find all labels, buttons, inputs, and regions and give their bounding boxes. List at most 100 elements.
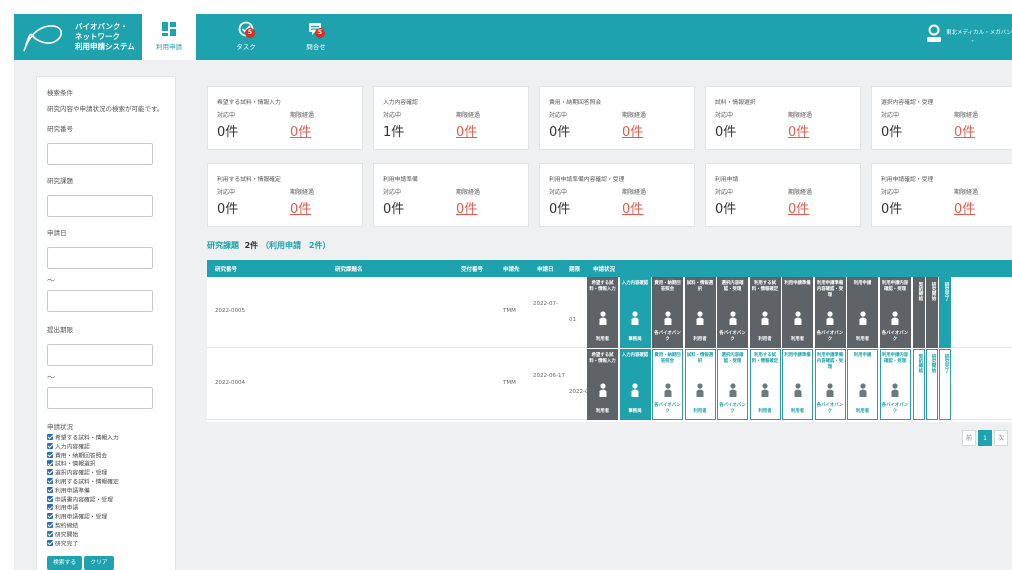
cell-research-no: 2022-0004: [215, 380, 245, 386]
search-button[interactable]: 検索する: [47, 556, 83, 570]
checkbox-checked-icon[interactable]: [47, 530, 53, 537]
status-summary-card: 希望する試料・情報入力 対応中 期限経過 0件 0件: [207, 86, 363, 150]
research-title-input[interactable]: [47, 195, 153, 217]
checkbox-checked-icon[interactable]: [47, 504, 53, 511]
card-title: 試料・情報選択: [715, 100, 756, 106]
status-checkbox-row[interactable]: 研究完了: [47, 539, 165, 549]
step-actor: 利用者: [595, 408, 610, 414]
checkbox-checked-icon[interactable]: [47, 486, 53, 493]
research-no-input[interactable]: [47, 143, 153, 165]
card-overdue-count-link[interactable]: 0件: [954, 198, 975, 217]
workflow-step[interactable]: 試料・情報選択 利用者: [684, 277, 716, 348]
workflow-step[interactable]: 利用申請準備内容確認・受理 各バイオバンク: [814, 277, 846, 348]
status-checkbox-row[interactable]: 契約締結: [47, 521, 165, 531]
col-research-no: 研究番号: [215, 267, 238, 273]
workflow-step[interactable]: 利用申請 利用者: [847, 277, 878, 348]
status-checkbox-row[interactable]: 利用申請: [47, 504, 165, 513]
cell-destination: TMM: [503, 380, 516, 386]
checkbox-checked-icon[interactable]: [47, 469, 53, 476]
checkbox-checked-icon[interactable]: [47, 451, 53, 458]
checkbox-checked-icon[interactable]: [47, 460, 53, 467]
clear-button[interactable]: クリア: [84, 556, 114, 570]
card-title: 利用申請準備: [383, 177, 418, 183]
person-icon: [599, 311, 606, 325]
workflow-step[interactable]: 利用申請内容確認・受理 各バイオバンク: [879, 277, 911, 348]
status-checkbox-row[interactable]: 利用申請準備: [47, 486, 165, 496]
checkbox-checked-icon[interactable]: [47, 495, 53, 502]
deadline-to-input[interactable]: [47, 387, 153, 409]
workflow-step[interactable]: 利用申請準備内容確認・受理 各バイオバンク: [814, 349, 846, 420]
nav-tab-task[interactable]: 5 タスク: [219, 14, 273, 60]
card-overdue-count-link[interactable]: 0件: [290, 198, 311, 217]
status-checkbox-row[interactable]: 試料・情報選択: [47, 460, 165, 469]
user-icon[interactable]: [926, 24, 942, 44]
user-menu-caret-icon[interactable]: ˅: [971, 40, 974, 47]
workflow-final-step[interactable]: 研究開始: [926, 349, 938, 420]
status-checkbox-row[interactable]: 申請書内容確認・受理: [47, 495, 165, 505]
status-checkbox-row[interactable]: 利用申請確認・受理: [47, 513, 165, 522]
card-overdue-count-link[interactable]: 0件: [456, 121, 477, 140]
workflow-final-step[interactable]: 研究完了: [939, 277, 951, 348]
step-actor: 事務局: [628, 408, 642, 414]
apply-date-from-input[interactable]: [47, 247, 153, 269]
checkbox-checked-icon[interactable]: [47, 513, 53, 520]
workflow-step[interactable]: 利用申請準備 利用者: [782, 277, 813, 348]
step-actor: 各バイオバンク: [719, 403, 746, 414]
card-overdue-count-link[interactable]: 0件: [788, 121, 809, 140]
nav-tab-inquiry[interactable]: 5 問合せ: [289, 14, 343, 60]
workflow-final-step[interactable]: 研究完了: [939, 349, 951, 420]
workflow-step[interactable]: 入力内容確認 事務局: [619, 349, 651, 420]
status-checkbox-row[interactable]: 入力内容確認: [47, 442, 165, 452]
pager-page-button[interactable]: 1: [978, 430, 992, 446]
workflow-final-step[interactable]: 契約締結: [913, 277, 925, 348]
checkbox-checked-icon[interactable]: [47, 477, 53, 484]
card-overdue-count-link[interactable]: 0件: [622, 121, 643, 140]
checkbox-checked-icon[interactable]: [47, 434, 53, 440]
workflow-step[interactable]: 費用・納期回答照会 各バイオバンク: [652, 349, 683, 420]
workflow-step[interactable]: 利用申請 利用者: [847, 349, 878, 420]
search-heading: 検索条件: [47, 89, 73, 97]
card-overdue-label: 期限経過: [954, 189, 979, 196]
workflow-final-step[interactable]: 研究開始: [926, 277, 938, 348]
nav-tab-application[interactable]: 利用申請: [142, 14, 196, 60]
workflow-step[interactable]: 試料・情報選択 利用者: [684, 349, 716, 420]
user-name[interactable]: 東北メディカル・メガバンク計画: [946, 28, 1012, 36]
checkbox-checked-icon[interactable]: [47, 521, 53, 528]
result-prefix: 研究課題: [207, 241, 239, 250]
workflow-step[interactable]: 選択内容確認・受理 各バイオバンク: [717, 277, 748, 348]
checkbox-checked-icon[interactable]: [47, 539, 53, 546]
workflow-final-step[interactable]: 契約締結: [913, 349, 925, 420]
pager-next-button[interactable]: 次: [994, 430, 1008, 446]
status-checkbox-row[interactable]: 希望する試料・情報入力: [47, 434, 165, 443]
status-summary-card: 利用申請準備 対応中 期限経過 0件 0件: [373, 163, 529, 227]
workflow-step[interactable]: 費用・納期回答照会 各バイオバンク: [652, 277, 683, 348]
workflow-step[interactable]: 希望する試料・情報入力 利用者: [587, 349, 618, 420]
pager-prev-button[interactable]: 前: [962, 430, 976, 446]
app-title-line: 利用申請システム: [75, 42, 135, 51]
status-checkbox-row[interactable]: 選択内容確認・受理: [47, 469, 165, 478]
card-overdue-count-link[interactable]: 0件: [290, 121, 311, 140]
card-overdue-count-link[interactable]: 0件: [954, 121, 975, 140]
card-overdue-count-link[interactable]: 0件: [622, 198, 643, 217]
workflow-step[interactable]: 入力内容確認 事務局: [619, 277, 651, 348]
status-checkbox-row[interactable]: 利用する試料・情報確定: [47, 477, 165, 487]
checkbox-checked-icon[interactable]: [47, 442, 53, 449]
workflow-step[interactable]: 希望する試料・情報入力 利用者: [587, 277, 618, 348]
apply-date-to-input[interactable]: [47, 290, 153, 312]
workflow-step[interactable]: 利用する試料・情報確定 利用者: [749, 277, 781, 348]
step-actor: 各バイオバンク: [654, 403, 681, 414]
deadline-from-input[interactable]: [47, 344, 153, 366]
workflow-step[interactable]: 利用する試料・情報確定 利用者: [749, 349, 781, 420]
table-row[interactable]: 2022-0005 TMM 2022-07- 01 希望する試料・情報入力 利用者 入力内容…: [207, 277, 1012, 348]
workflow-step[interactable]: 選択内容確認・受理 各バイオバンク: [717, 349, 748, 420]
workflow-step[interactable]: 利用申請内容確認・受理 各バイオバンク: [879, 349, 911, 420]
biobank-logo-icon[interactable]: [22, 21, 66, 53]
status-checkbox-row[interactable]: 費用・納期回答照会: [47, 451, 165, 461]
card-overdue-count-link[interactable]: 0件: [788, 198, 809, 217]
step-actor: 利用者: [595, 336, 610, 342]
status-checkbox-row[interactable]: 研究開始: [47, 530, 165, 540]
step-actor: 利用者: [855, 408, 870, 414]
table-row[interactable]: 2022-0004 TMM 2022-06-17 2022-06-28 希望する試料・情…: [207, 349, 1012, 420]
card-overdue-count-link[interactable]: 0件: [456, 198, 477, 217]
workflow-step[interactable]: 利用申請準備 利用者: [782, 349, 813, 420]
